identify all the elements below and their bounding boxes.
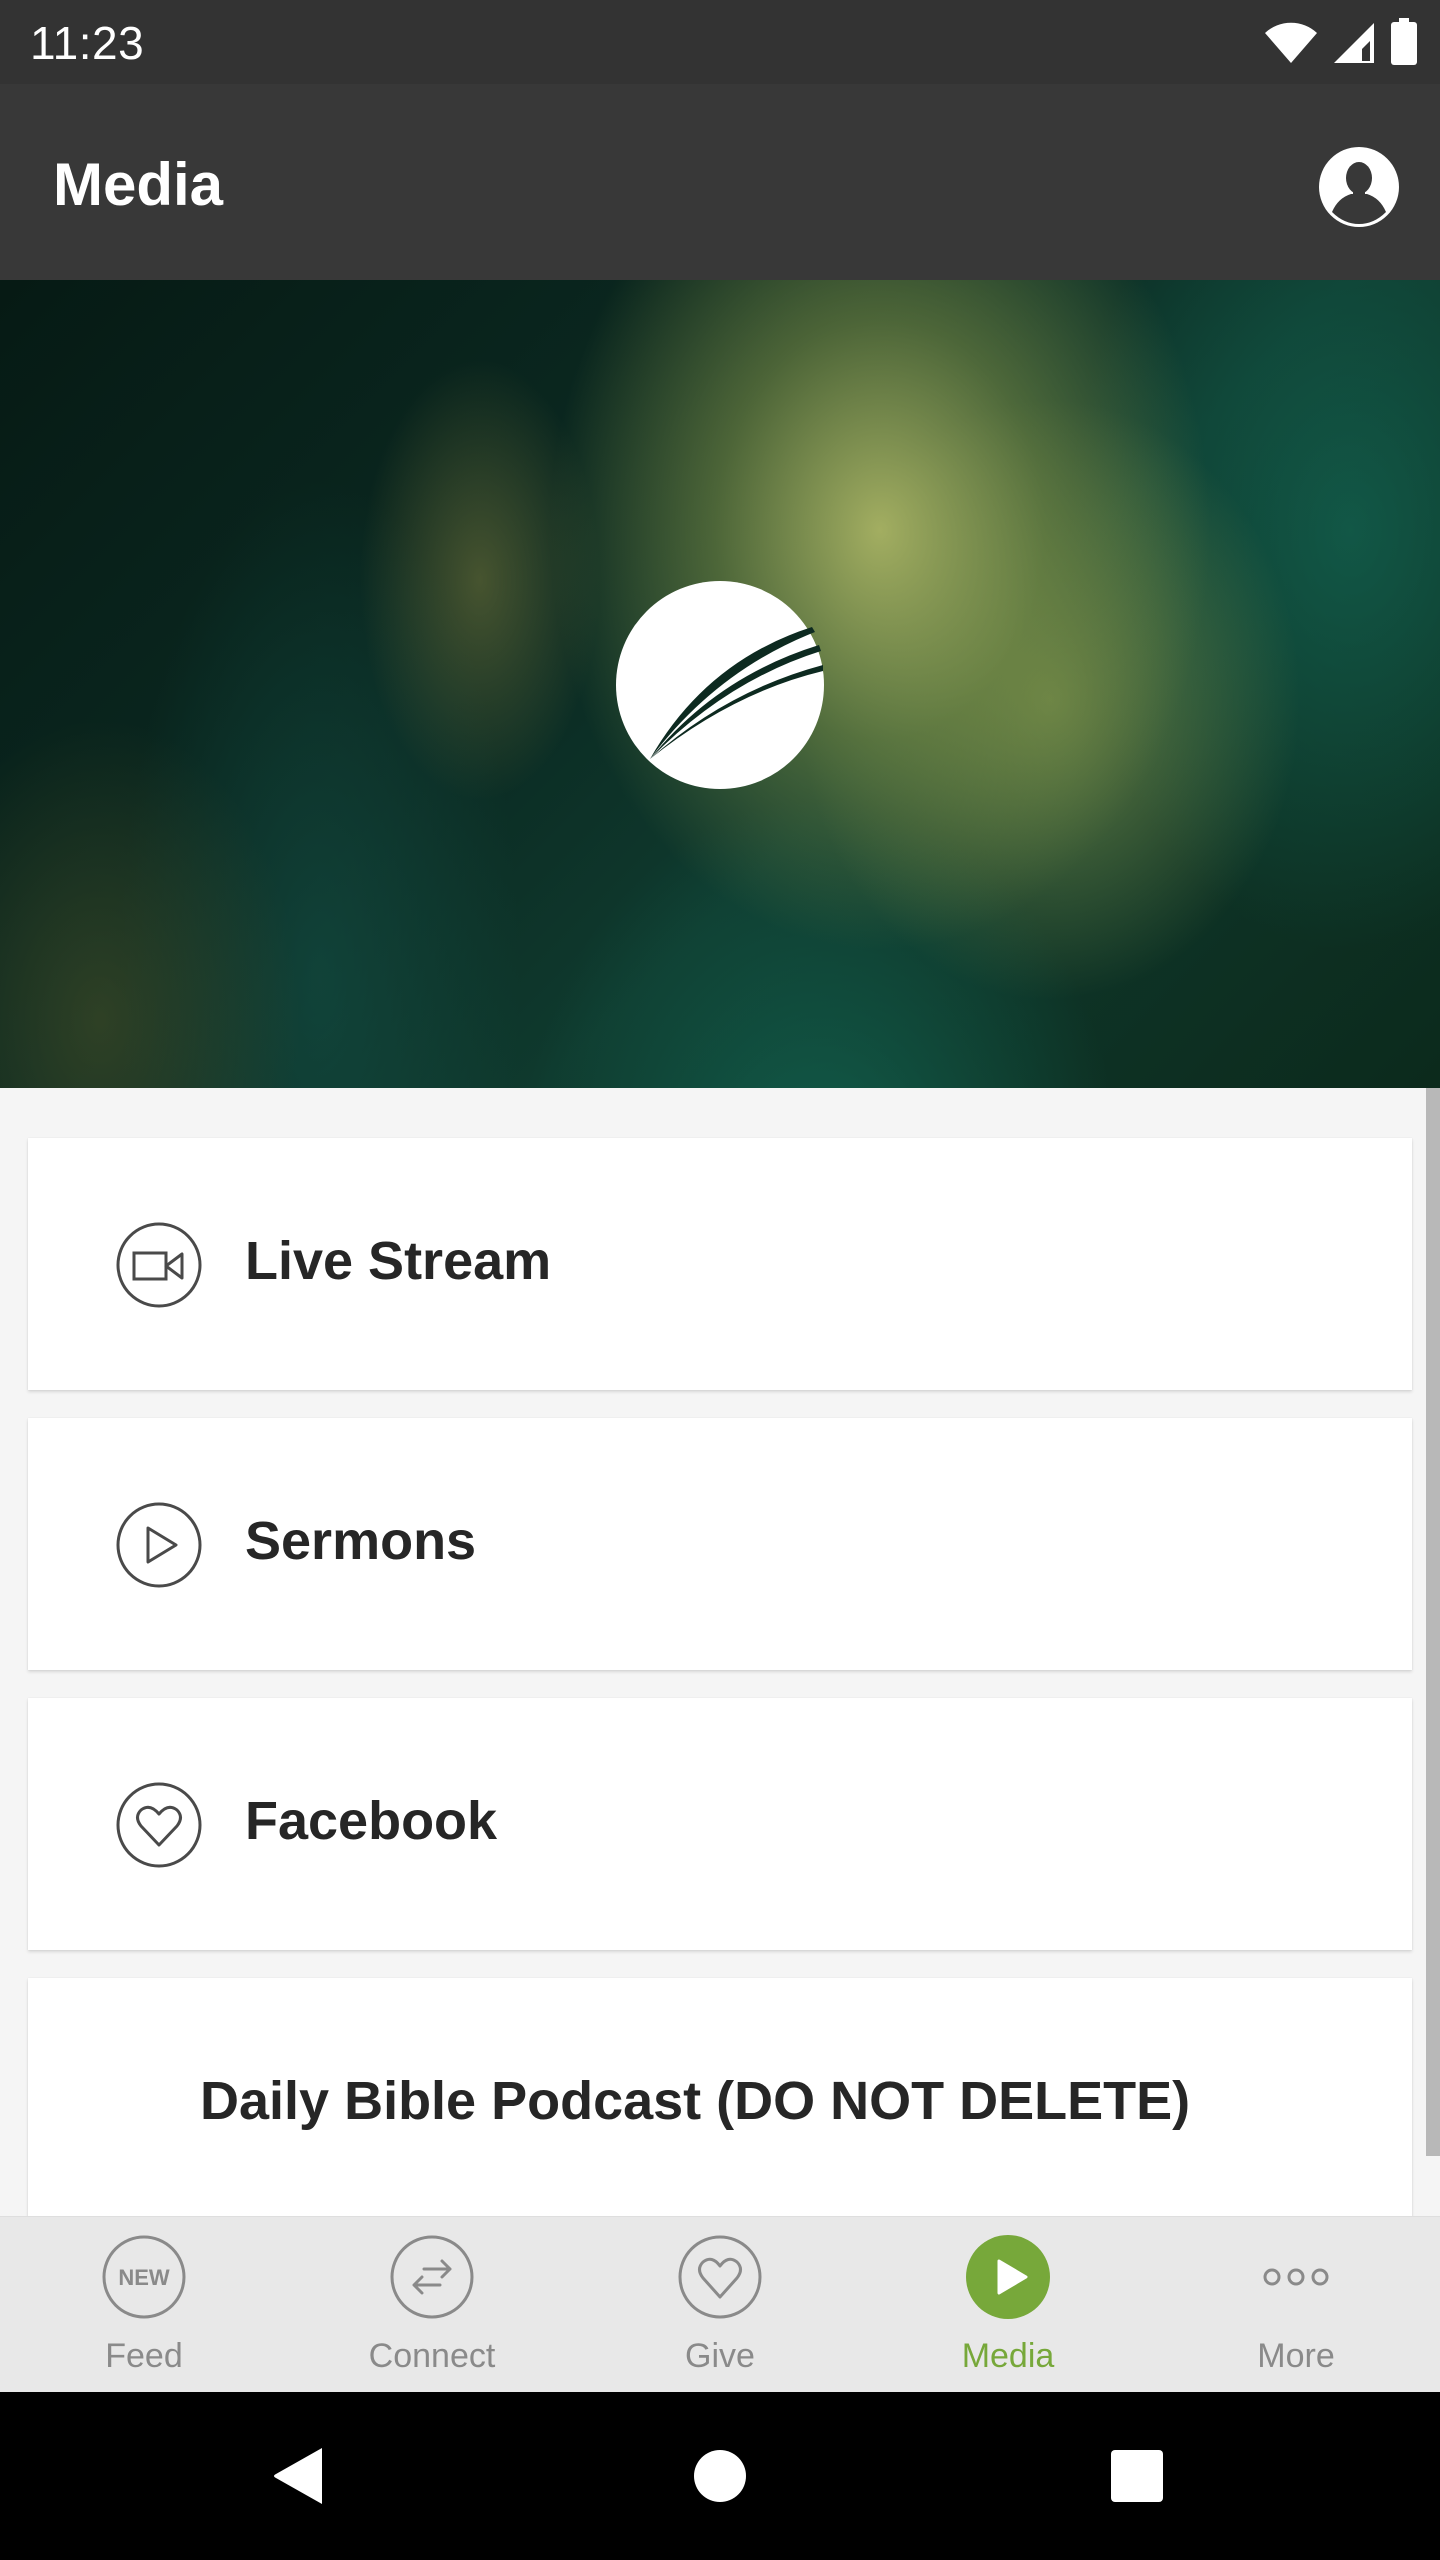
media-item-sermons[interactable]: Sermons — [28, 1418, 1412, 1670]
play-icon — [966, 2235, 1050, 2319]
nav-label: More — [1257, 2337, 1335, 2375]
media-item-live-stream[interactable]: Live Stream — [28, 1138, 1412, 1390]
nav-label: Connect — [368, 2337, 496, 2375]
nav-label: Media — [961, 2337, 1055, 2375]
media-item-label: Live Stream — [245, 1231, 552, 1291]
bottom-nav: NEW Feed Connect Give Media More — [0, 2216, 1440, 2392]
nav-tab-feed[interactable]: NEW Feed — [0, 2217, 288, 2393]
nav-tab-connect[interactable]: Connect — [288, 2217, 576, 2393]
nav-tab-give[interactable]: Give — [576, 2217, 864, 2393]
wifi-icon — [1265, 22, 1317, 63]
status-icons — [1264, 18, 1418, 66]
status-bar: 11:23 — [0, 0, 1440, 84]
media-item-label: Sermons — [245, 1511, 477, 1571]
media-item-label: Daily Bible Podcast (DO NOT DELETE) — [200, 2071, 1191, 2131]
nav-tab-media[interactable]: Media — [864, 2217, 1152, 2393]
app-bar: Media — [0, 84, 1440, 280]
nav-label: Give — [685, 2337, 755, 2375]
scrollbar[interactable] — [1426, 1088, 1440, 2156]
play-circle-icon — [116, 1502, 202, 1588]
nav-tab-more[interactable]: More — [1152, 2217, 1440, 2393]
media-item-label: Facebook — [245, 1791, 498, 1851]
church-logo-icon — [616, 581, 824, 789]
status-time: 11:23 — [30, 17, 145, 69]
more-dots-icon — [1263, 2268, 1329, 2286]
svg-text:NEW: NEW — [118, 2265, 170, 2290]
heart-icon — [678, 2235, 762, 2319]
page-title: Media — [53, 151, 224, 218]
back-icon[interactable] — [268, 2444, 332, 2508]
new-badge-icon: NEW — [102, 2235, 186, 2319]
swap-arrows-icon — [390, 2235, 474, 2319]
home-icon[interactable] — [688, 2444, 752, 2508]
video-camera-icon — [116, 1222, 202, 1308]
recents-icon[interactable] — [1105, 2444, 1169, 2508]
media-item-facebook[interactable]: Facebook — [28, 1698, 1412, 1950]
media-list: Live Stream Sermons Facebook Daily Bible… — [0, 1088, 1440, 2216]
account-circle-icon — [1319, 147, 1399, 227]
heart-circle-icon — [116, 1782, 202, 1868]
profile-button[interactable] — [1318, 146, 1400, 228]
cell-signal-icon — [1334, 23, 1374, 63]
battery-icon — [1391, 18, 1417, 65]
hero-banner — [0, 280, 1440, 1088]
system-nav-bar — [0, 2392, 1440, 2560]
media-item-daily-bible-podcast[interactable]: Daily Bible Podcast (DO NOT DELETE) — [28, 1978, 1412, 2216]
nav-label: Feed — [105, 2337, 183, 2375]
